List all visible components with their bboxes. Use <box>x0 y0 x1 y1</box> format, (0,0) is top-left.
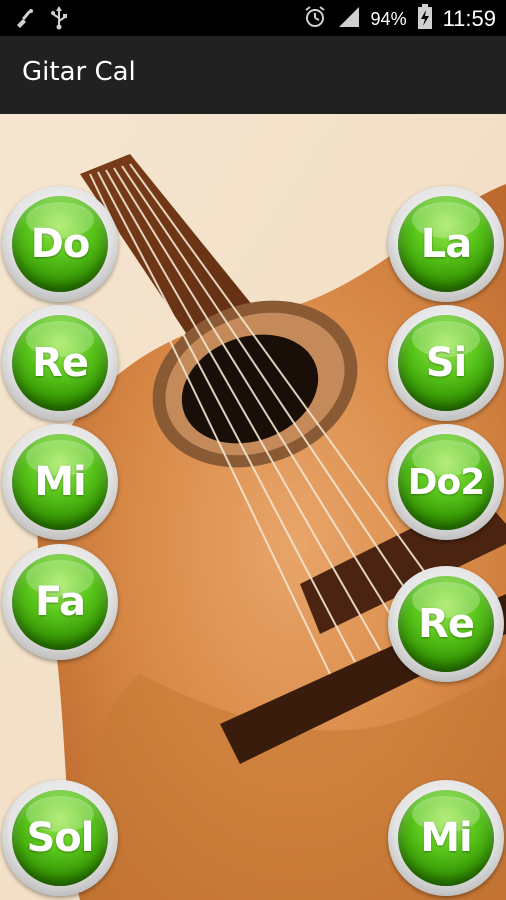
note-label: Re <box>418 601 475 647</box>
note-label: Do <box>30 221 91 267</box>
app-title: Gitar Cal <box>22 57 136 87</box>
note-label: Sol <box>26 815 95 861</box>
battery-percent: 94% <box>370 8 407 29</box>
note-label: La <box>420 221 472 267</box>
note-button-face: Do <box>12 196 108 292</box>
status-bar: 94% 11:59 <box>0 0 506 36</box>
note-button-fa[interactable]: Fa <box>2 544 118 660</box>
note-button-si[interactable]: Si <box>388 305 504 421</box>
note-button-face: Re <box>398 576 494 672</box>
note-button-face: Re <box>12 315 108 411</box>
note-button-face: Mi <box>398 790 494 886</box>
note-label: Si <box>425 340 468 386</box>
note-button-face: Mi <box>12 434 108 530</box>
note-label: Mi <box>420 815 473 861</box>
battery-charging-icon <box>417 4 433 34</box>
note-label: Do2 <box>407 461 486 503</box>
status-bar-notifications <box>14 6 68 34</box>
note-button-do[interactable]: Do <box>2 186 118 302</box>
note-button-face: Fa <box>12 554 108 650</box>
note-button-mi-high[interactable]: Mi <box>388 780 504 896</box>
note-button-face: La <box>398 196 494 292</box>
note-label: Fa <box>35 579 86 625</box>
note-button-mi[interactable]: Mi <box>2 424 118 540</box>
note-button-sol[interactable]: Sol <box>2 780 118 896</box>
note-button-la[interactable]: La <box>388 186 504 302</box>
note-button-face: Si <box>398 315 494 411</box>
app-bar: Gitar Cal <box>0 36 506 114</box>
note-label: Mi <box>34 459 87 505</box>
note-label: Re <box>32 340 89 386</box>
note-button-face: Do2 <box>398 434 494 530</box>
broom-icon <box>14 7 36 33</box>
clock: 11:59 <box>442 6 496 31</box>
usb-icon <box>50 6 68 34</box>
alarm-icon <box>303 5 327 33</box>
note-button-face: Sol <box>12 790 108 886</box>
note-button-re[interactable]: Re <box>2 305 118 421</box>
note-button-re-high[interactable]: Re <box>388 566 504 682</box>
status-bar-system: 94% 11:59 <box>303 4 496 34</box>
note-button-do2[interactable]: Do2 <box>388 424 504 540</box>
signal-icon <box>337 5 361 33</box>
main-content: Do Re Mi Fa Sol La Si Do2 Re Mi <box>0 114 506 900</box>
